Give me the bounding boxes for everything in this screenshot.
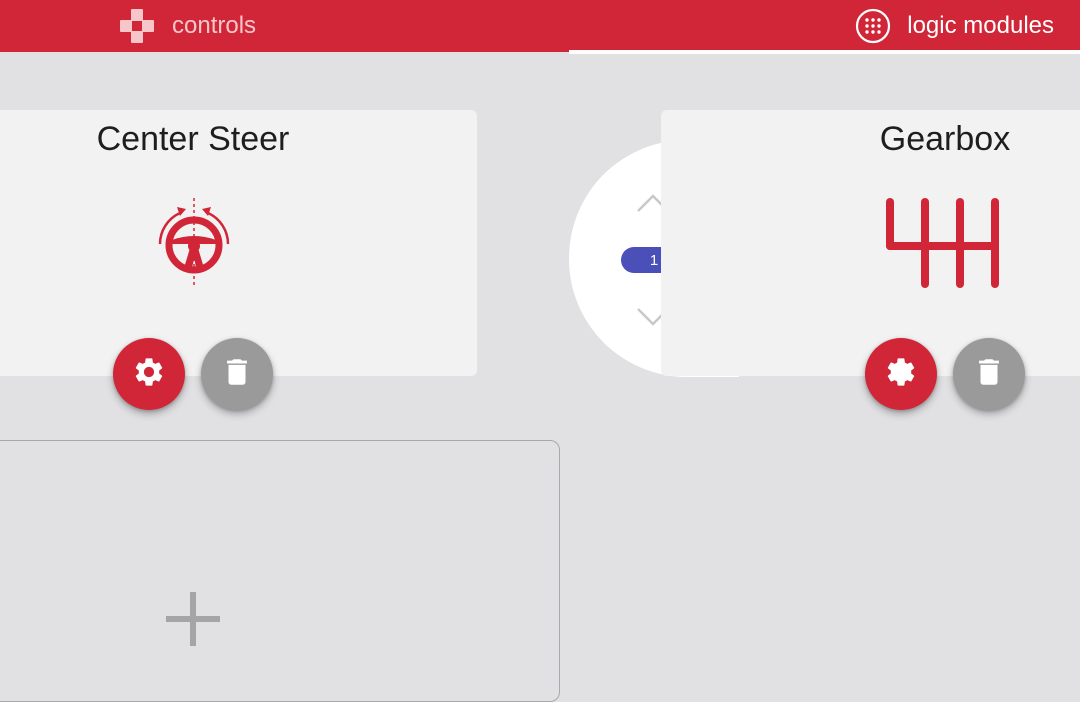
gamepad-icon [118,7,156,45]
module-delete-button[interactable] [953,338,1025,410]
gear-icon [884,355,918,394]
active-tab-indicator [569,50,1080,54]
tab-controls-label: controls [172,12,257,39]
tab-controls[interactable]: controls [118,0,256,52]
tab-logic-modules-label: logic modules [907,12,1054,39]
top-nav-bar: controls logic modules [0,0,1080,54]
trash-icon [972,355,1006,394]
tab-logic-modules[interactable]: logic modules [855,0,1054,52]
logic-grid-icon [855,8,891,44]
module-settings-button[interactable] [865,338,937,410]
add-module-card[interactable] [0,440,560,702]
plus-icon[interactable] [166,592,220,651]
module-title: Center Steer [96,120,290,158]
module-delete-button[interactable] [201,338,273,410]
gear-icon [132,355,166,394]
trash-icon [220,355,254,394]
gearbox-icon [880,196,1008,297]
module-title: Gearbox [879,120,1011,158]
steering-wheel-icon [146,196,242,297]
module-settings-button[interactable] [113,338,185,410]
